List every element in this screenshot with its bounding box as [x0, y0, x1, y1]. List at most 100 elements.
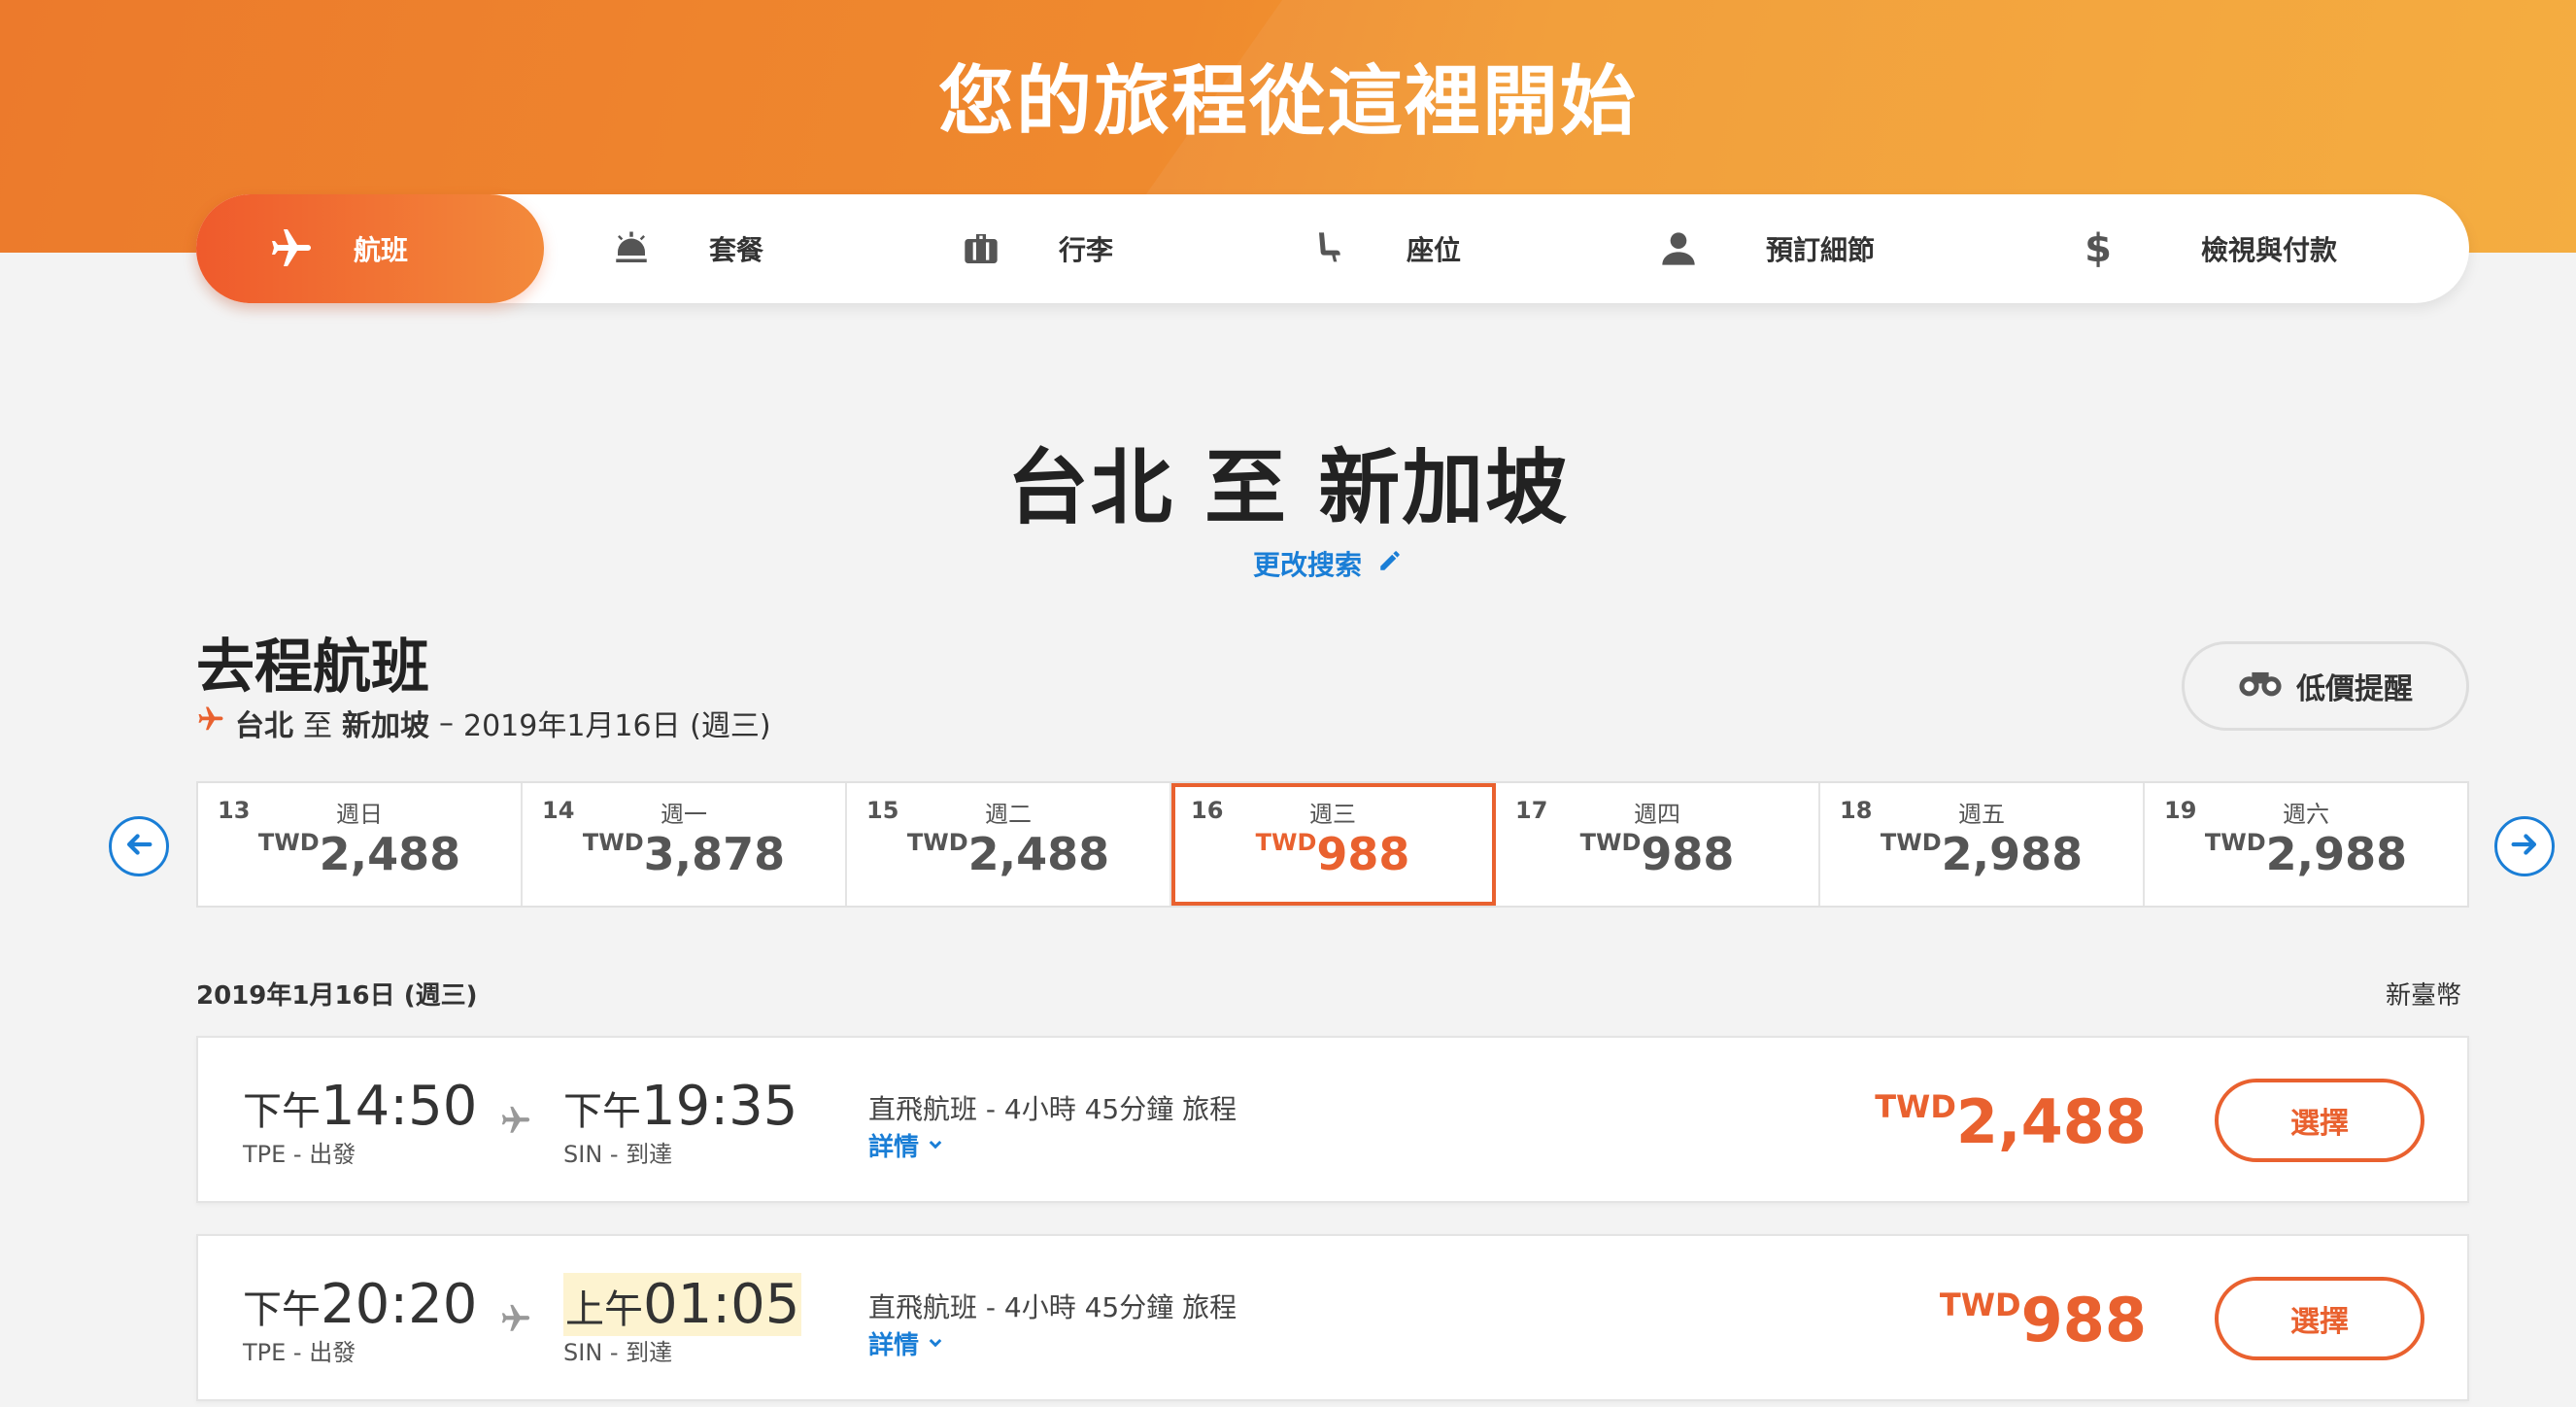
prev-dates-button[interactable] — [109, 816, 169, 876]
results-date: 2019年1月16日 (週三) — [196, 981, 478, 1011]
date-weekday: 週二 — [985, 801, 1032, 828]
date-price: TWD2,988 — [2145, 828, 2467, 880]
dollar-icon: $ — [2085, 226, 2112, 271]
departure-ampm: 下午 — [243, 1089, 321, 1134]
currency-code: TWD — [906, 829, 968, 856]
person-icon — [1649, 220, 1708, 278]
price-amount: 2,488 — [1955, 1086, 2147, 1157]
date-option[interactable]: 17 週四 TWD988 — [1496, 783, 1820, 906]
date-option-selected[interactable]: 16 週三 TWD988 — [1171, 783, 1496, 906]
step-label: 行李 — [1059, 234, 1114, 266]
step-seats[interactable]: 座位 — [1300, 194, 1461, 303]
date-price: TWD2,488 — [847, 828, 1169, 880]
plane-icon — [262, 220, 321, 278]
service-bell-icon — [602, 220, 661, 278]
select-flight-button[interactable]: 選擇 — [2215, 1079, 2424, 1162]
date-option[interactable]: 19 週六 TWD2,988 — [2145, 783, 2467, 906]
departure-clock: 14:50 — [321, 1075, 478, 1138]
departure-airport: TPE - 出發 — [243, 1339, 356, 1366]
next-dates-button[interactable] — [2494, 816, 2555, 876]
step-label: 檢視與付款 — [2201, 234, 2338, 266]
arrow-right-icon — [2508, 828, 2541, 865]
price-amount: 2,988 — [1941, 828, 2084, 880]
date-selector: 13 週日 TWD2,488 14 週一 TWD3,878 15 週二 TWD2… — [196, 781, 2469, 908]
date-price: TWD988 — [1171, 828, 1494, 880]
date-option[interactable]: 15 週二 TWD2,488 — [847, 783, 1171, 906]
departure-time: 下午 20:20 — [243, 1273, 477, 1336]
departure-clock: 20:20 — [321, 1273, 478, 1336]
details-label: 詳情 — [868, 1331, 920, 1360]
arrival-time-next-day: 上午 01:05 — [563, 1273, 802, 1336]
date-weekday: 週六 — [2283, 801, 2329, 828]
seat-icon — [1300, 220, 1358, 278]
destination-city: 新加坡 — [342, 709, 429, 743]
flight-row: 下午 14:50 TPE - 出發 下午 19:35 SIN - 到達 直飛航班… — [196, 1036, 2469, 1203]
separator: – — [439, 705, 454, 740]
price-amount: 2,488 — [967, 828, 1110, 880]
date-weekday: 週三 — [1309, 801, 1356, 828]
origin-city: 台北 — [235, 709, 293, 743]
departure-airport: TPE - 出發 — [243, 1141, 356, 1168]
departure-ampm: 下午 — [243, 1287, 321, 1332]
price-amount: 988 — [2020, 1285, 2147, 1356]
flight-price: TWD988 — [1940, 1285, 2147, 1356]
arrival-ampm: 上午 — [565, 1287, 643, 1332]
date-price: TWD2,488 — [198, 828, 521, 880]
price-amount: 988 — [1316, 828, 1410, 880]
plane-icon — [196, 704, 225, 741]
fare-alert-button[interactable]: 低價提醒 — [2182, 641, 2469, 731]
flight-info: 直飛航班 - 4小時 45分鐘 旅程 — [868, 1093, 1237, 1125]
page-heading: 您的旅程從這裡開始 — [937, 58, 1638, 146]
date-price: TWD2,988 — [1820, 828, 2143, 880]
date-weekday: 週五 — [1958, 801, 2005, 828]
flight-info: 直飛航班 - 4小時 45分鐘 旅程 — [868, 1291, 1237, 1323]
step-booking-details[interactable]: 預訂細節 — [1649, 194, 1875, 303]
travel-date: 2019年1月16日 (週三) — [463, 709, 771, 743]
date-option[interactable]: 14 週一 TWD3,878 — [523, 783, 847, 906]
date-price: TWD3,878 — [523, 828, 845, 880]
change-search-link[interactable]: 更改搜索 — [1253, 544, 1403, 583]
price-amount: 988 — [1641, 828, 1735, 880]
currency-code: TWD — [582, 829, 644, 856]
fare-alert-label: 低價提醒 — [2296, 672, 2413, 706]
route-title: 台北 至 新加坡 — [1006, 440, 1570, 535]
arrival-airport: SIN - 到達 — [563, 1339, 673, 1366]
step-bundles[interactable]: 套餐 — [602, 194, 763, 303]
price-amount: 2,988 — [2265, 828, 2408, 880]
arrival-clock: 19:35 — [641, 1075, 798, 1138]
arrival-clock: 01:05 — [643, 1273, 800, 1336]
date-price: TWD988 — [1496, 828, 1818, 880]
currency-label: 新臺幣 — [2386, 981, 2462, 1011]
arrow-left-icon — [122, 828, 155, 865]
details-label: 詳情 — [868, 1133, 920, 1162]
chevron-down-icon — [927, 1131, 944, 1160]
booking-steps-nav: 航班 套餐 行李 座位 預訂細節 $ 檢視與付款 — [196, 194, 2469, 303]
step-baggage[interactable]: 行李 — [952, 194, 1113, 303]
select-flight-button[interactable]: 選擇 — [2215, 1277, 2424, 1360]
date-weekday: 週一 — [661, 801, 707, 828]
change-search-label: 更改搜索 — [1253, 549, 1363, 581]
to-word: 至 — [303, 709, 332, 743]
currency-code: TWD — [257, 829, 320, 856]
date-option[interactable]: 18 週五 TWD2,988 — [1820, 783, 2145, 906]
date-option[interactable]: 13 週日 TWD2,488 — [198, 783, 523, 906]
currency-code: TWD — [1880, 829, 1942, 856]
currency-code: TWD — [2204, 829, 2266, 856]
arrival-airport: SIN - 到達 — [563, 1141, 673, 1168]
step-flights[interactable]: 航班 — [196, 194, 544, 303]
flight-row: 下午 20:20 TPE - 出發 上午 01:05 SIN - 到達 直飛航班… — [196, 1234, 2469, 1401]
currency-code: TWD — [1255, 829, 1317, 856]
luggage-icon — [952, 220, 1010, 278]
flight-details-link[interactable]: 詳情 — [868, 1127, 944, 1163]
arrival-ampm: 下午 — [563, 1089, 641, 1134]
arrival-time: 下午 19:35 — [563, 1075, 797, 1138]
step-label: 座位 — [1407, 234, 1462, 266]
currency-code: TWD — [1939, 1287, 2021, 1323]
step-review-pay[interactable]: $ 檢視與付款 — [2069, 194, 2337, 303]
price-amount: 3,878 — [643, 828, 786, 880]
binoculars-icon — [2238, 666, 2283, 706]
date-weekday: 週四 — [1634, 801, 1680, 828]
outbound-route-summary: 台北 至 新加坡 – 2019年1月16日 (週三) — [196, 702, 771, 744]
currency-code: TWD — [1875, 1088, 1956, 1125]
flight-details-link[interactable]: 詳情 — [868, 1325, 944, 1361]
